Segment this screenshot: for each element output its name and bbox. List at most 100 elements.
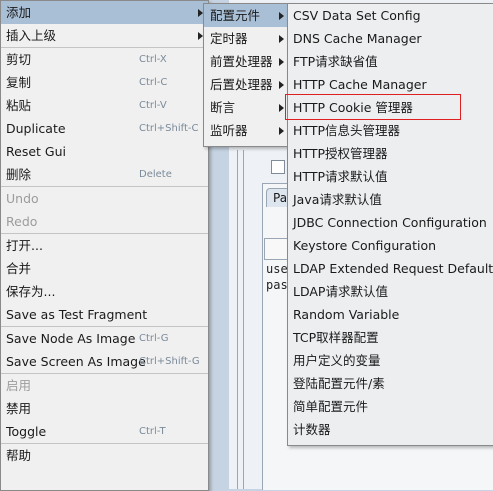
menu-item[interactable]: 粘贴 Ctrl-V [1, 94, 208, 117]
submenu-item-label: 监听器 [210, 123, 248, 138]
submenu-item[interactable]: 断言 [204, 96, 289, 119]
menu-item[interactable]: 添加 [1, 1, 208, 24]
config-element-item[interactable]: 计数器 [288, 418, 493, 441]
config-element-label: HTTP请求默认值 [293, 169, 388, 184]
menu-item[interactable]: Duplicate Ctrl+Shift-C [1, 117, 208, 140]
menu-item-label: Save Node As Image [6, 331, 136, 346]
menu-item[interactable]: Reset Gui [1, 140, 208, 163]
menu-item-shortcut: Ctrl-C [139, 77, 168, 88]
menu-item-shortcut: Delete [139, 169, 172, 180]
config-element-label: DNS Cache Manager [293, 31, 422, 46]
background-text-line: pas [266, 278, 288, 292]
menu-item-shortcut: Ctrl-G [139, 333, 169, 344]
config-element-submenu: CSV Data Set Config DNS Cache Manager FTP请… [287, 3, 493, 446]
config-element-item[interactable]: DNS Cache Manager [288, 27, 493, 50]
submenu-item-label: 配置元件 [210, 8, 261, 23]
menu-item: Redo [1, 210, 208, 233]
menu-item: Undo [1, 187, 208, 210]
config-element-label: 用户定义的变量 [293, 353, 381, 368]
menu-item-shortcut: Ctrl-T [139, 426, 166, 437]
config-element-item[interactable]: HTTP信息头管理器 [288, 119, 493, 142]
background-divider [243, 150, 244, 489]
submenu-item[interactable]: 监听器 [204, 119, 289, 142]
menu-item-label: Undo [6, 191, 39, 206]
config-element-item[interactable]: 简单配置元件 [288, 395, 493, 418]
menu-item[interactable]: Save Screen As Image Ctrl+Shift-G [1, 350, 208, 373]
menu-item[interactable]: Toggle Ctrl-T [1, 420, 208, 443]
menu-item-label: Toggle [6, 424, 47, 439]
config-element-item[interactable]: Java请求默认值 [288, 188, 493, 211]
config-element-item[interactable]: HTTP Cache Manager [288, 73, 493, 96]
config-element-label: LDAP Extended Request Defaults [293, 261, 493, 276]
config-element-item[interactable]: 用户定义的变量 [288, 349, 493, 372]
config-element-item[interactable]: LDAP Extended Request Defaults [288, 257, 493, 280]
submenu-item[interactable]: 定时器 [204, 27, 289, 50]
config-element-label: TCP取样器配置 [293, 330, 379, 345]
menu-item[interactable]: 合并 [1, 257, 208, 280]
config-element-label: 登陆配置元件/素 [293, 376, 385, 391]
menu-item-label: 剪切 [6, 52, 32, 67]
menu-item-label: 合并 [6, 261, 32, 276]
menu-item[interactable]: 插入上级 [1, 24, 208, 47]
menu-item[interactable]: 打开... [1, 234, 208, 257]
background-checkbox[interactable] [271, 160, 285, 174]
menu-item-label: 插入上级 [6, 28, 57, 43]
config-element-label: HTTP Cache Manager [293, 77, 427, 92]
config-element-label: HTTP授权管理器 [293, 146, 388, 161]
submenu-item[interactable]: 后置处理器 [204, 73, 289, 96]
submenu-arrow-icon [279, 104, 284, 112]
config-element-item[interactable]: JDBC Connection Configuration [288, 211, 493, 234]
config-element-item[interactable]: CSV Data Set Config [288, 4, 493, 27]
submenu-arrow-icon [279, 127, 284, 135]
submenu-arrow-icon [279, 35, 284, 43]
config-element-item[interactable]: HTTP授权管理器 [288, 142, 493, 165]
menu-item: 启用 [1, 374, 208, 397]
background-text-line: use [266, 262, 288, 276]
menu-item[interactable]: Save Node As Image Ctrl-G [1, 327, 208, 350]
menu-item[interactable]: 复制 Ctrl-C [1, 71, 208, 94]
menu-item-shortcut: Ctrl-V [139, 100, 167, 111]
submenu-item-label: 断言 [210, 100, 236, 115]
menu-item-label: Save as Test Fragment [6, 307, 148, 322]
menu-item[interactable]: 保存为... [1, 280, 208, 303]
config-element-item[interactable]: Keystore Configuration [288, 234, 493, 257]
submenu-arrow-icon [279, 12, 284, 20]
config-element-item[interactable]: HTTP Cookie 管理器 [288, 96, 493, 119]
submenu-item[interactable]: 前置处理器 [204, 50, 289, 73]
menu-item-label: 复制 [6, 75, 32, 90]
menu-item-label: 帮助 [6, 448, 32, 463]
config-element-item[interactable]: Random Variable [288, 303, 493, 326]
menu-item-label: Duplicate [6, 121, 66, 136]
config-element-item[interactable]: TCP取样器配置 [288, 326, 493, 349]
config-element-item[interactable]: LDAP请求默认值 [288, 280, 493, 303]
config-element-label: Java请求默认值 [293, 192, 382, 207]
config-element-label: FTP请求缺省值 [293, 54, 378, 69]
menu-item-label: 删除 [6, 167, 32, 182]
submenu-item-label: 定时器 [210, 31, 248, 46]
config-element-label: Random Variable [293, 307, 400, 322]
menu-item-shortcut: Ctrl+Shift-C [139, 123, 199, 134]
menu-item-label: Redo [6, 214, 38, 229]
menu-item-label: Reset Gui [6, 144, 66, 159]
menu-item-label: 禁用 [6, 401, 32, 416]
menu-item[interactable]: 剪切 Ctrl-X [1, 48, 208, 71]
menu-item-label: Save Screen As Image [6, 354, 146, 369]
menu-item-label: 启用 [6, 378, 32, 393]
config-element-item[interactable]: FTP请求缺省值 [288, 50, 493, 73]
add-submenu: 配置元件定时器前置处理器 后置处理器断言监听器 [203, 3, 290, 147]
config-element-label: CSV Data Set Config [293, 8, 421, 23]
menu-item[interactable]: 帮助 [1, 444, 208, 467]
submenu-arrow-icon [279, 81, 284, 89]
menu-item[interactable]: 删除 Delete [1, 163, 208, 186]
config-element-label: Keystore Configuration [293, 238, 437, 253]
menu-item[interactable]: Save as Test Fragment [1, 303, 208, 326]
config-element-label: LDAP请求默认值 [293, 284, 388, 299]
config-element-label: JDBC Connection Configuration [293, 215, 487, 230]
menu-item[interactable]: 禁用 [1, 397, 208, 420]
menu-item-label: 添加 [6, 5, 32, 20]
config-element-item[interactable]: HTTP请求默认值 [288, 165, 493, 188]
config-element-item[interactable]: 登陆配置元件/素 [288, 372, 493, 395]
menu-item-label: 保存为... [6, 284, 56, 299]
config-element-label: HTTP信息头管理器 [293, 123, 400, 138]
submenu-item[interactable]: 配置元件 [204, 4, 289, 27]
